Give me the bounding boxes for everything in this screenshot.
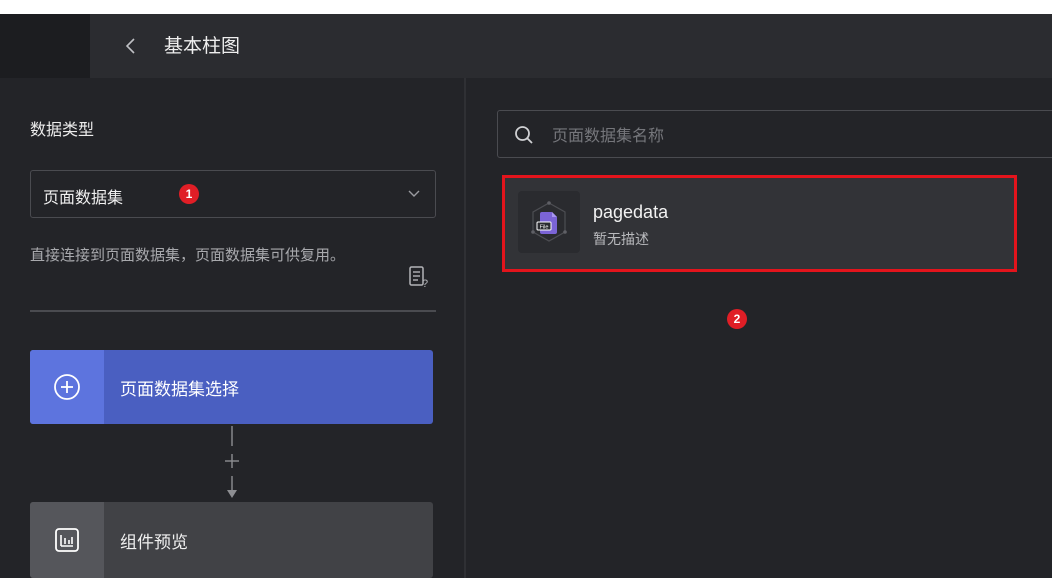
section-title: 数据类型 <box>30 120 95 139</box>
component-preview-button[interactable]: 组件预览 <box>30 502 433 578</box>
dataset-name: pagedata <box>593 202 669 222</box>
flow-connector <box>225 426 239 498</box>
dataset-panel: File pagedata 暂无描述 2 <box>466 78 1052 578</box>
chevron-down-icon <box>408 190 420 197</box>
data-type-select[interactable]: 页面数据集 1 <box>30 170 436 218</box>
header-bar: 基本柱图 <box>0 14 1052 78</box>
document-help-icon[interactable]: ? <box>408 265 430 289</box>
dataset-card[interactable]: File pagedata 暂无描述 <box>502 175 1017 272</box>
dataset-search <box>497 110 1052 158</box>
page-title: 基本柱图 <box>164 35 241 57</box>
step-badge-2: 2 <box>727 309 747 329</box>
data-type-description: 直接连接到页面数据集，页面数据集可供复用。 <box>30 246 346 264</box>
chevron-left-icon <box>125 38 135 54</box>
component-preview-label: 组件预览 <box>120 533 188 553</box>
select-dataset-label: 页面数据集选择 <box>120 380 239 400</box>
divider <box>30 310 436 312</box>
step-badge-1: 1 <box>179 184 199 204</box>
svg-text:File: File <box>540 224 549 230</box>
file-dataset-icon: File <box>518 191 580 253</box>
search-input[interactable] <box>550 121 1034 149</box>
select-value: 页面数据集 <box>43 188 124 207</box>
back-button[interactable] <box>118 32 144 60</box>
plus-circle-icon <box>30 350 104 424</box>
svg-text:?: ? <box>422 278 428 289</box>
chart-preview-icon <box>30 502 104 578</box>
select-dataset-button[interactable]: 页面数据集选择 <box>30 350 433 424</box>
app-window: 基本柱图 数据类型 页面数据集 1 直接连接到页面数据集，页面数据集可供复用。 … <box>0 14 1052 578</box>
search-icon <box>515 126 533 144</box>
dataset-description: 暂无描述 <box>593 232 649 248</box>
config-panel: 数据类型 页面数据集 1 直接连接到页面数据集，页面数据集可供复用。 ? 页面数… <box>0 78 464 578</box>
header-left-strip <box>0 14 90 78</box>
